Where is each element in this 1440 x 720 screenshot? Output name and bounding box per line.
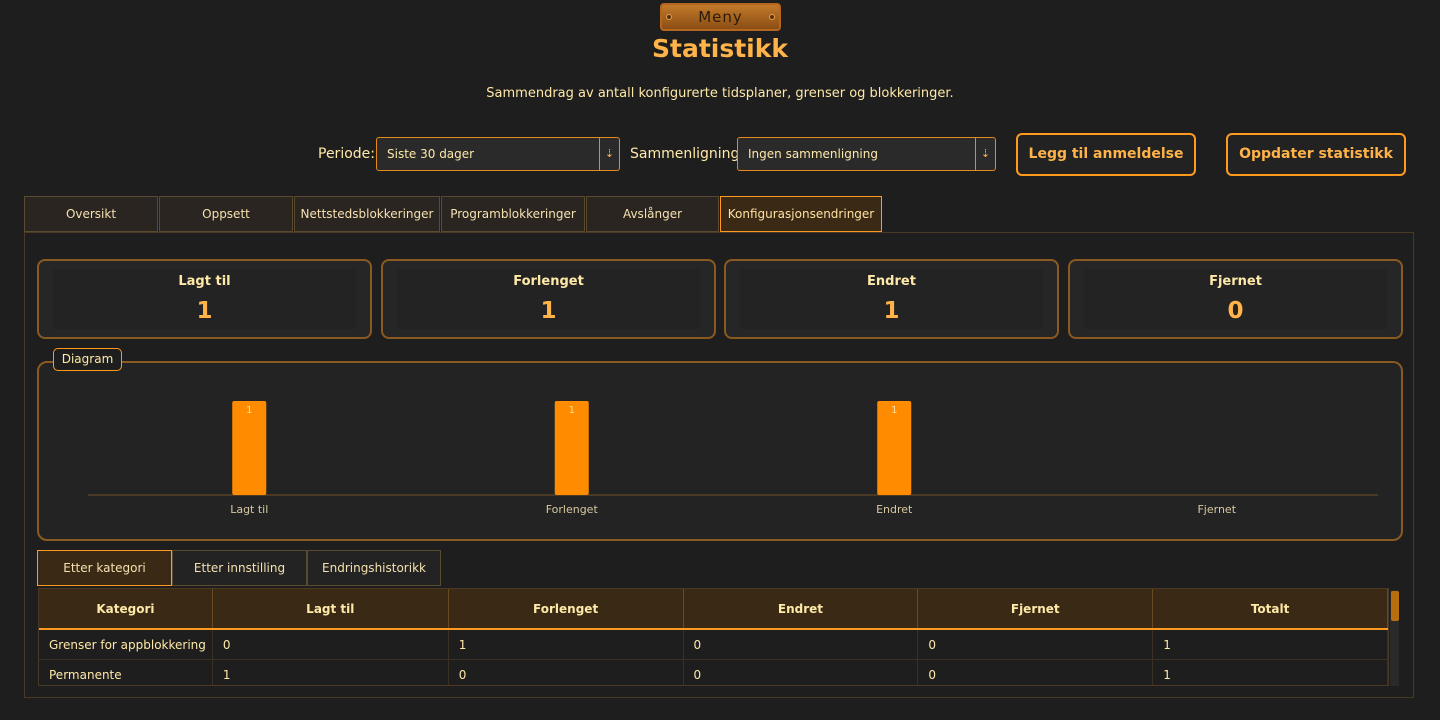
tab-unlocks[interactable]: Avslånger: [586, 196, 719, 232]
diagram-title: Diagram: [53, 348, 122, 371]
table-cell: Permanente appblokkeringer: [39, 660, 213, 685]
chart-data-label: 1: [891, 405, 897, 416]
table-cell: 0: [918, 630, 1154, 659]
stat-card-label: Forlenget: [513, 274, 584, 289]
table-scrollbar[interactable]: [1390, 590, 1399, 686]
stat-card-added: Lagt til 1: [37, 259, 372, 339]
stat-card-label: Lagt til: [178, 274, 231, 289]
stat-card-value: 1: [883, 298, 900, 324]
column-header[interactable]: Fjernet: [918, 589, 1154, 628]
tab-website-blocks[interactable]: Nettstedsblokkeringer: [294, 196, 440, 232]
column-header[interactable]: Kategori: [39, 589, 213, 628]
period-select[interactable]: Siste 30 dager ⇣: [376, 137, 620, 171]
main-tabs: Oversikt Oppsett Nettstedsblokkeringer P…: [24, 196, 883, 232]
table-cell: 0: [684, 660, 919, 685]
period-label: Periode:: [318, 146, 375, 162]
table-cell: 1: [449, 630, 684, 659]
column-header[interactable]: Lagt til: [213, 589, 449, 628]
tab-overview[interactable]: Oversikt: [24, 196, 158, 232]
rivet-icon: [769, 14, 775, 20]
period-value: Siste 30 dager: [387, 147, 475, 161]
add-review-button[interactable]: Legg til anmeldelse: [1016, 133, 1196, 176]
table-row[interactable]: Grenser for appblokkering 0 1 0 0 1: [39, 630, 1388, 660]
chart-tick-label: Forlenget: [546, 503, 599, 516]
menu-button[interactable]: Meny: [660, 3, 781, 31]
chart-tick-label: Endret: [876, 503, 913, 516]
stat-card-value: 1: [540, 298, 557, 324]
menu-label: Meny: [698, 8, 743, 26]
scrollbar-thumb[interactable]: [1391, 591, 1399, 621]
comparison-value: Ingen sammenligning: [748, 147, 878, 161]
subtab-by-setting[interactable]: Etter innstilling: [172, 550, 307, 586]
subtab-change-history[interactable]: Endringshistorikk: [307, 550, 441, 586]
table-header: Kategori Lagt til Forlenget Endret Fjern…: [39, 589, 1388, 630]
stat-card-label: Fjernet: [1209, 274, 1262, 289]
subtab-by-category[interactable]: Etter kategori: [37, 550, 172, 586]
stat-card-extended: Forlenget 1: [381, 259, 716, 339]
page-subtitle: Sammendrag av antall konfigurerte tidspl…: [486, 86, 954, 101]
detail-tabs: Etter kategori Etter innstilling Endring…: [37, 550, 441, 586]
column-header[interactable]: Endret: [684, 589, 919, 628]
table-cell: 1: [213, 660, 449, 685]
dropdown-arrow-icon[interactable]: ⇣: [599, 138, 619, 170]
stat-card-removed: Fjernet 0: [1068, 259, 1403, 339]
table-cell: Grenser for appblokkering: [39, 630, 213, 659]
bar-chart: 1 Lagt til 1 Forlenget 1 Endret Fjernet: [88, 401, 1378, 516]
tab-config-changes[interactable]: Konfigurasjonsendringer: [720, 196, 882, 232]
table-row[interactable]: Permanente appblokkeringer 1 0 0 0 1: [39, 660, 1388, 685]
comparison-label: Sammenligning:: [630, 146, 745, 162]
comparison-select[interactable]: Ingen sammenligning ⇣: [737, 137, 996, 171]
stat-card-changed: Endret 1: [724, 259, 1059, 339]
table-cell: 1: [1153, 630, 1388, 659]
column-header[interactable]: Totalt: [1153, 589, 1388, 628]
stat-card-label: Endret: [867, 274, 916, 289]
table-cell: 0: [213, 630, 449, 659]
refresh-stats-button[interactable]: Oppdater statistikk: [1226, 133, 1406, 176]
chart-data-label: 1: [246, 405, 252, 416]
tab-program-blocks[interactable]: Programblokkeringer: [441, 196, 585, 232]
tab-setup[interactable]: Oppsett: [159, 196, 293, 232]
chart-data-label: 1: [569, 405, 575, 416]
rivet-icon: [666, 14, 672, 20]
stat-card-value: 0: [1227, 298, 1244, 324]
chart-tick-label: Fjernet: [1197, 503, 1236, 516]
page-title: Statistikk: [652, 34, 788, 63]
table-cell: 0: [449, 660, 684, 685]
category-table: Kategori Lagt til Forlenget Endret Fjern…: [38, 588, 1389, 686]
table-cell: 1: [1153, 660, 1388, 685]
chart-tick-label: Lagt til: [230, 503, 268, 516]
column-header[interactable]: Forlenget: [449, 589, 684, 628]
stat-card-value: 1: [196, 298, 213, 324]
table-cell: 0: [918, 660, 1154, 685]
table-cell: 0: [684, 630, 919, 659]
dropdown-arrow-icon[interactable]: ⇣: [975, 138, 995, 170]
